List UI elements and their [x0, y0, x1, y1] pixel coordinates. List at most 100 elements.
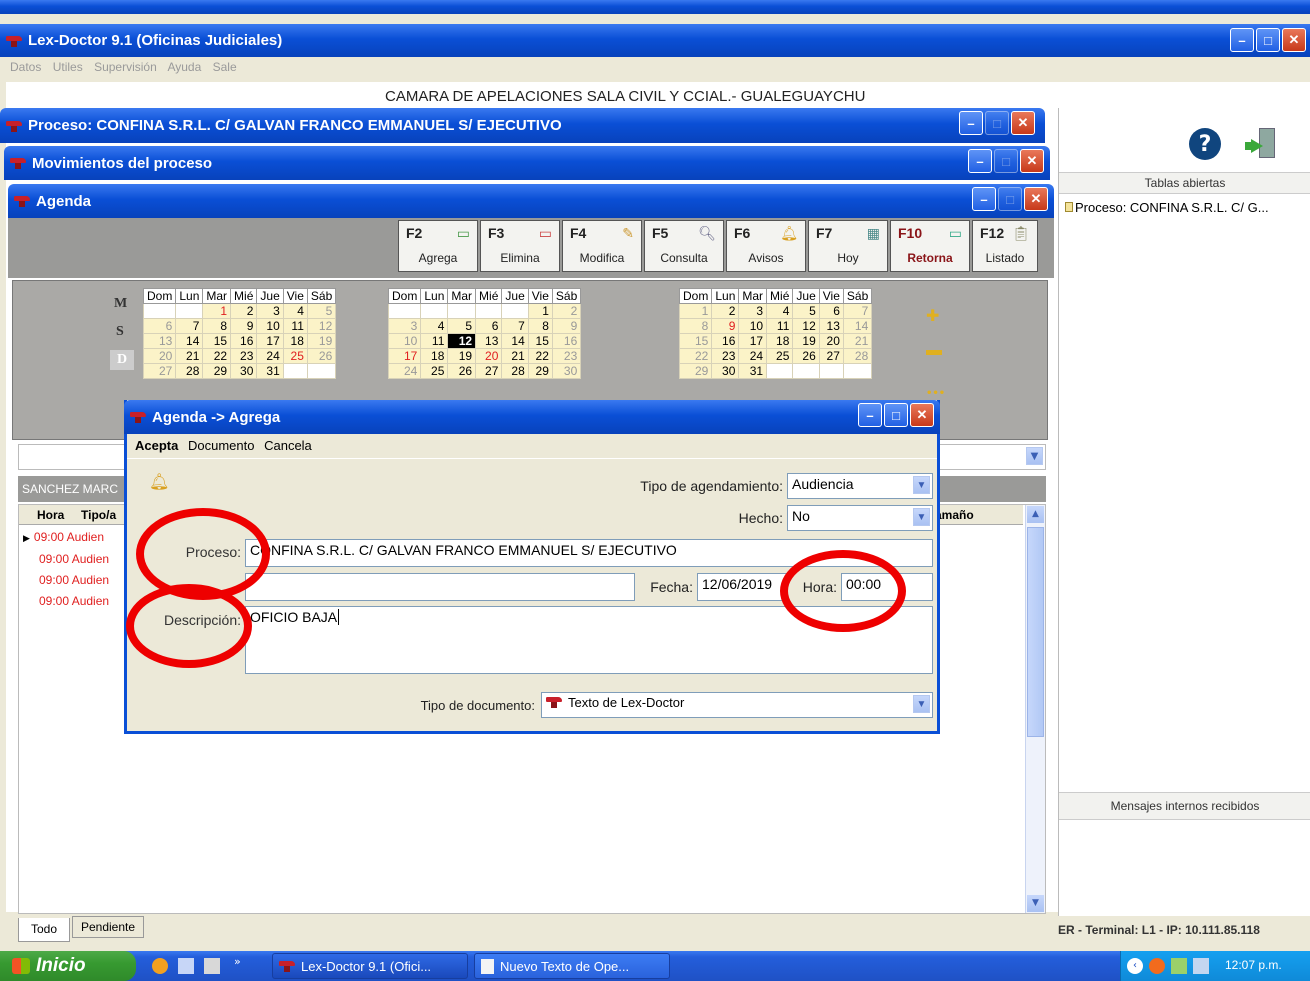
explorer-icon[interactable]: [178, 958, 194, 974]
calendar-day[interactable]: 19: [306, 333, 337, 349]
calendar-day[interactable]: 17: [387, 348, 422, 364]
column-tamano[interactable]: amaño: [935, 505, 974, 525]
calendar-day[interactable]: 28: [501, 363, 529, 379]
calendar-day[interactable]: 21: [175, 348, 204, 364]
calendar-day[interactable]: 25: [420, 363, 449, 379]
calendar-day[interactable]: 7: [175, 318, 204, 334]
document-icon[interactable]: [204, 958, 220, 974]
calendar-day[interactable]: 1: [678, 303, 713, 319]
calendar-day[interactable]: 4: [282, 303, 308, 319]
calendar-day[interactable]: 7: [842, 303, 873, 319]
calendar-day[interactable]: 24: [387, 363, 422, 379]
calendar-day[interactable]: 6: [142, 318, 177, 334]
scroll-down-icon[interactable]: ▼: [1027, 895, 1044, 912]
f6-avisos-button[interactable]: F6 🔔︎ Avisos: [726, 220, 806, 272]
calendar-day[interactable]: 9: [230, 318, 258, 334]
calendar-day[interactable]: 27: [142, 363, 177, 379]
calendar-day[interactable]: 3: [256, 303, 284, 319]
close-icon[interactable]: ✕: [910, 403, 934, 427]
minimize-icon[interactable]: –: [972, 187, 996, 211]
calendar-day[interactable]: 23: [551, 348, 582, 364]
calendar-day[interactable]: 16: [711, 333, 740, 349]
view-week-button[interactable]: S: [116, 324, 124, 340]
menu-sale[interactable]: Sale: [213, 60, 237, 74]
calendar-day[interactable]: 9: [551, 318, 582, 334]
menu-supervision[interactable]: Supervisión: [94, 60, 157, 74]
chevron-down-icon[interactable]: ▼: [913, 508, 930, 526]
calendar-day[interactable]: 21: [842, 333, 873, 349]
minimize-icon[interactable]: –: [968, 149, 992, 173]
calendar-day[interactable]: 29: [527, 363, 553, 379]
calendar-day[interactable]: 6: [818, 303, 844, 319]
calendar-day[interactable]: 28: [842, 348, 873, 364]
calendar-day[interactable]: 8: [678, 318, 713, 334]
close-icon[interactable]: ✕: [1011, 111, 1035, 135]
calendar-day[interactable]: 23: [230, 348, 258, 364]
close-icon[interactable]: ✕: [1024, 187, 1048, 211]
calendar-day[interactable]: 14: [842, 318, 873, 334]
f3-elimina-button[interactable]: F3 ▭ Elimina: [480, 220, 560, 272]
calendar-day[interactable]: 3: [387, 318, 422, 334]
calendar-day[interactable]: 19: [447, 348, 477, 364]
tipo-documento-select[interactable]: Texto de Lex-Doctor ▼: [541, 692, 933, 718]
calendar-day[interactable]: 18: [282, 333, 308, 349]
tray-firefox-icon[interactable]: [1149, 958, 1165, 974]
calendar-day[interactable]: 13: [475, 333, 503, 349]
calendar-day[interactable]: 10: [387, 333, 422, 349]
menu-documento[interactable]: Documento: [188, 438, 254, 453]
calendar-day[interactable]: 5: [306, 303, 337, 319]
calendar-day[interactable]: 2: [711, 303, 740, 319]
calendar-day[interactable]: 22: [678, 348, 713, 364]
calendar-day[interactable]: 8: [202, 318, 232, 334]
minimize-icon[interactable]: –: [858, 403, 882, 427]
calendar-day[interactable]: 13: [818, 318, 844, 334]
calendar-day[interactable]: 18: [766, 333, 794, 349]
calendar-day[interactable]: 10: [256, 318, 284, 334]
view-day-button[interactable]: D: [110, 350, 134, 370]
calendar-day[interactable]: 27: [818, 348, 844, 364]
calendar-day[interactable]: 5: [447, 318, 477, 334]
menu-ayuda[interactable]: Ayuda: [167, 60, 201, 74]
menu-acepta[interactable]: Acepta: [135, 438, 178, 453]
calendar-day[interactable]: 11: [420, 333, 449, 349]
tablas-item[interactable]: Proceso: CONFINA S.R.L. C/ G...: [1065, 200, 1269, 215]
calendar-day[interactable]: 12: [792, 318, 820, 334]
calendar-day[interactable]: 12: [306, 318, 337, 334]
calendar-day[interactable]: 25: [766, 348, 794, 364]
calendar-day[interactable]: 3: [738, 303, 768, 319]
calendar-day[interactable]: 29: [202, 363, 232, 379]
plus-icon[interactable]: ✚: [926, 306, 939, 325]
chevron-down-icon[interactable]: ▼: [913, 476, 930, 494]
calendar-day[interactable]: 15: [678, 333, 713, 349]
tray-network-icon[interactable]: [1171, 958, 1187, 974]
table-row[interactable]: 09:00 Audien: [19, 549, 129, 570]
f10-retorna-button[interactable]: F10 ▭ Retorna: [890, 220, 970, 272]
tab-pendiente[interactable]: Pendiente: [72, 916, 144, 938]
f2-agrega-button[interactable]: F2 ▭ Agrega: [398, 220, 478, 272]
calendar-day[interactable]: 4: [766, 303, 794, 319]
more-icon[interactable]: •••: [926, 388, 945, 399]
minimize-icon[interactable]: –: [1230, 28, 1254, 52]
calendar-day[interactable]: 1: [202, 303, 232, 319]
calendar-day[interactable]: 24: [738, 348, 768, 364]
tab-todo[interactable]: Todo: [18, 918, 70, 942]
calendar-day[interactable]: 14: [175, 333, 204, 349]
calendar-day[interactable]: 25: [282, 348, 308, 364]
calendar-day[interactable]: 30: [551, 363, 582, 379]
column-tipo[interactable]: Tipo/a: [81, 505, 116, 525]
calendar-day[interactable]: 18: [420, 348, 449, 364]
calendar-day[interactable]: 19: [792, 333, 820, 349]
chevron-right-icon[interactable]: »: [234, 955, 241, 968]
calendar-day[interactable]: 5: [792, 303, 820, 319]
calendar-day[interactable]: 15: [527, 333, 553, 349]
column-hora[interactable]: Hora: [37, 505, 64, 525]
f12-listado-button[interactable]: F12 📋︎ Listado: [972, 220, 1038, 272]
calendar-day[interactable]: 20: [142, 348, 177, 364]
calendar-day[interactable]: 16: [230, 333, 258, 349]
calendar-day[interactable]: 6: [475, 318, 503, 334]
table-row[interactable]: 09:00 Audien: [19, 591, 129, 612]
f4-modifica-button[interactable]: F4 ✎ Modifica: [562, 220, 642, 272]
calendar-day[interactable]: 10: [738, 318, 768, 334]
tray-app-icon[interactable]: [1193, 958, 1209, 974]
calendar-day[interactable]: 17: [256, 333, 284, 349]
